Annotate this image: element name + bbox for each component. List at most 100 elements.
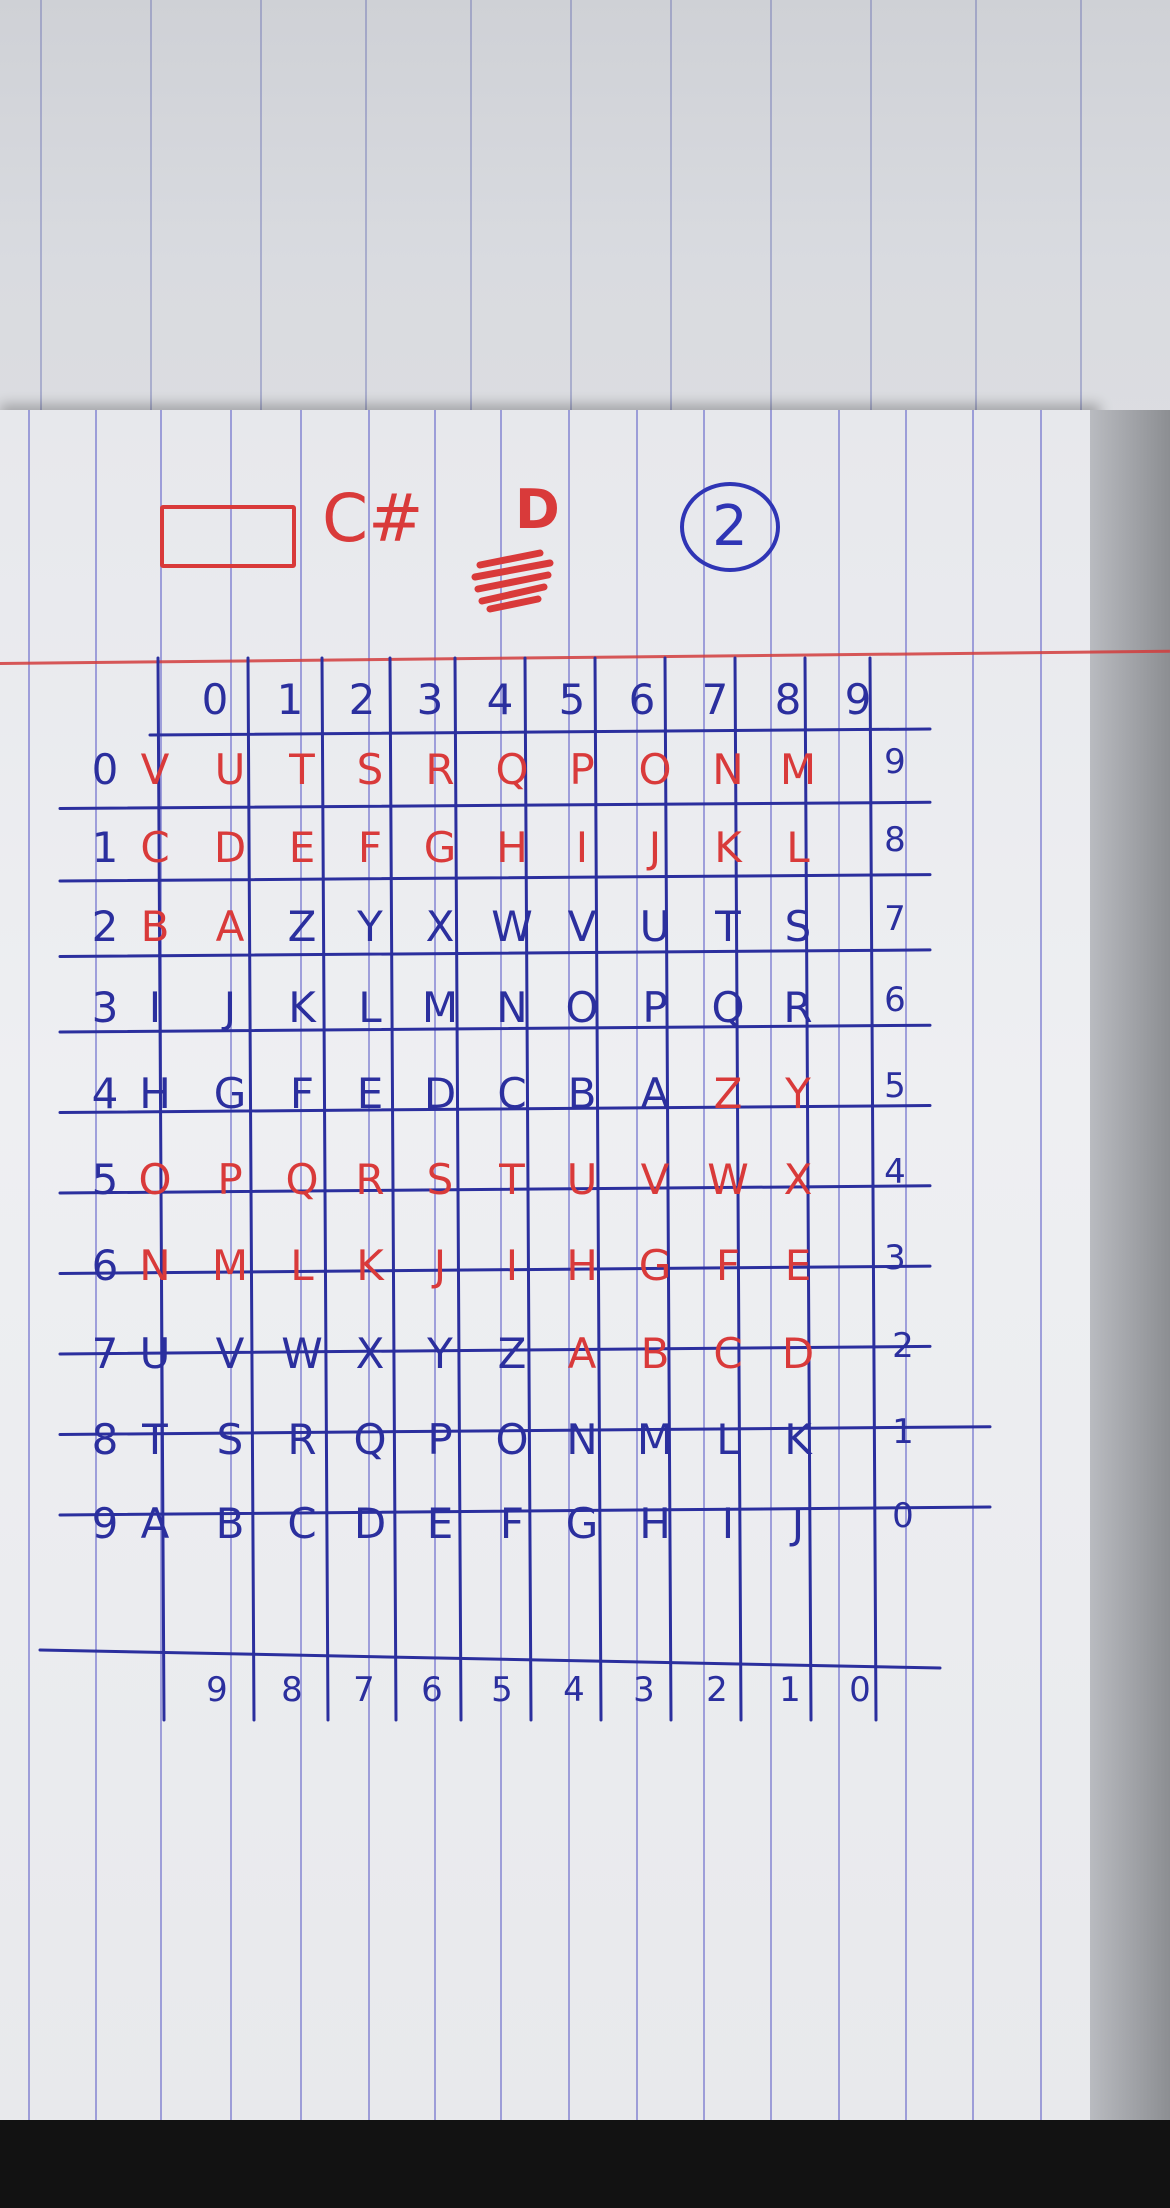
grid-cell: H xyxy=(139,1069,171,1118)
grid-cell: N xyxy=(496,983,528,1032)
grid-cell: U xyxy=(639,902,671,951)
grid-cell: R xyxy=(783,983,813,1032)
grid-cell: F xyxy=(499,1499,525,1548)
column-header-bottom: 9 xyxy=(206,1670,228,1710)
grid-cell: Q xyxy=(353,1415,387,1464)
grid-cell: O xyxy=(565,983,599,1032)
grid-cell: U xyxy=(566,1155,598,1204)
grid-cell: M xyxy=(636,1415,674,1464)
grid-cell: J xyxy=(433,1241,447,1290)
grid-cell: D xyxy=(423,1069,457,1118)
grid-cell: Y xyxy=(427,1329,453,1378)
grid-cell: I xyxy=(721,1499,735,1548)
grid-cell: L xyxy=(786,823,810,872)
grid-cell: S xyxy=(356,745,384,794)
grid-cell: E xyxy=(784,1241,812,1290)
grid-cell: R xyxy=(425,745,455,794)
grid-cell: D xyxy=(353,1499,387,1548)
column-header-top: 7 xyxy=(701,675,729,724)
grid-cell: M xyxy=(421,983,459,1032)
row-header-right: 2 xyxy=(892,1326,914,1366)
column-header-bottom: 8 xyxy=(281,1670,303,1710)
grid-cell: I xyxy=(575,823,589,872)
row-header-right: 5 xyxy=(884,1066,906,1106)
row-header-right: 4 xyxy=(884,1152,906,1192)
cipher-grid: 0123456789987654321001234567899876543210… xyxy=(0,0,1170,2208)
row-header-right: 8 xyxy=(884,820,906,860)
grid-cell: S xyxy=(784,902,812,951)
grid-cell: W xyxy=(491,902,533,951)
column-header-bottom: 1 xyxy=(779,1670,801,1710)
column-header-top: 6 xyxy=(628,675,656,724)
grid-cell: B xyxy=(567,1069,597,1118)
column-header-bottom: 4 xyxy=(563,1670,585,1710)
column-header-top: 2 xyxy=(348,675,376,724)
column-header-bottom: 2 xyxy=(706,1670,728,1710)
grid-cell: H xyxy=(639,1499,671,1548)
grid-cell: T xyxy=(142,1415,168,1464)
grid-cell: A xyxy=(215,902,245,951)
grid-cell: W xyxy=(707,1155,749,1204)
grid-cell: Q xyxy=(495,745,529,794)
grid-cell: O xyxy=(638,745,672,794)
grid-cell: V xyxy=(640,1155,670,1204)
grid-cell: H xyxy=(566,1241,598,1290)
grid-cell: N xyxy=(712,745,744,794)
grid-cell: Z xyxy=(287,902,317,951)
grid-cell: R xyxy=(355,1155,385,1204)
grid-cell: K xyxy=(288,983,316,1032)
grid-cell: C xyxy=(140,823,170,872)
grid-cell: F xyxy=(289,1069,315,1118)
grid-cell: C xyxy=(713,1329,743,1378)
notebook-photo: C# D 2 012345678998765432100123456789987… xyxy=(0,0,1170,2208)
grid-cell: L xyxy=(358,983,382,1032)
grid-cell: A xyxy=(140,1499,170,1548)
column-header-bottom: 0 xyxy=(849,1670,871,1710)
grid-cell: T xyxy=(499,1155,525,1204)
column-header-top: 0 xyxy=(201,675,229,724)
grid-cell: A xyxy=(640,1069,670,1118)
grid-cell: O xyxy=(138,1155,172,1204)
column-header-top: 5 xyxy=(558,675,586,724)
grid-cell: B xyxy=(215,1499,245,1548)
grid-cell: I xyxy=(505,1241,519,1290)
grid-cell: B xyxy=(140,902,170,951)
grid-cell: L xyxy=(716,1415,740,1464)
grid-cell: T xyxy=(715,902,741,951)
grid-cell: G xyxy=(423,823,457,872)
row-header-right: 0 xyxy=(892,1496,914,1536)
column-header-top: 3 xyxy=(416,675,444,724)
grid-cell: C xyxy=(287,1499,317,1548)
grid-cell: V xyxy=(215,1329,245,1378)
grid-cell: I xyxy=(148,983,162,1032)
row-header-right: 6 xyxy=(884,980,906,1020)
grid-cell: N xyxy=(566,1415,598,1464)
grid-cell: M xyxy=(779,745,817,794)
grid-cell: Q xyxy=(285,1155,319,1204)
grid-cell: D xyxy=(213,823,247,872)
grid-cell: V xyxy=(567,902,597,951)
grid-cell: G xyxy=(638,1241,672,1290)
grid-cell: W xyxy=(281,1329,323,1378)
grid-cell: Y xyxy=(357,902,383,951)
grid-cell: H xyxy=(496,823,528,872)
grid-cell: Z xyxy=(497,1329,527,1378)
grid-cell: P xyxy=(427,1415,453,1464)
grid-cell: L xyxy=(290,1241,314,1290)
grid-cell: X xyxy=(783,1155,813,1204)
grid-cell: N xyxy=(139,1241,171,1290)
row-header-right: 1 xyxy=(892,1412,914,1452)
grid-cell: K xyxy=(356,1241,384,1290)
grid-cell: E xyxy=(288,823,316,872)
column-header-top: 9 xyxy=(844,675,872,724)
grid-cell: C xyxy=(497,1069,527,1118)
grid-cell: B xyxy=(640,1329,670,1378)
grid-cell: X xyxy=(425,902,455,951)
grid-cell: F xyxy=(715,1241,741,1290)
column-header-bottom: 3 xyxy=(633,1670,655,1710)
grid-cell: E xyxy=(356,1069,384,1118)
grid-cell: Y xyxy=(785,1069,811,1118)
grid-cell: J xyxy=(648,823,662,872)
grid-cell: Q xyxy=(711,983,745,1032)
column-header-bottom: 7 xyxy=(353,1670,375,1710)
